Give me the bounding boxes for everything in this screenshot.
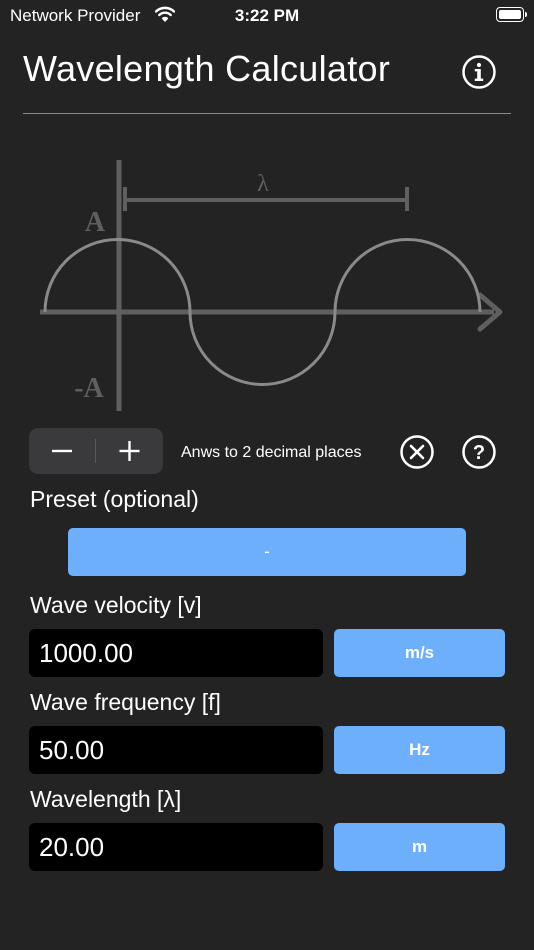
velocity-label: Wave velocity [v] (30, 592, 202, 618)
velocity-input[interactable]: 1000.00 (29, 629, 323, 677)
decrease-button[interactable] (29, 428, 95, 474)
header-divider (23, 113, 511, 114)
wavelength-label: Wavelength [λ] (30, 786, 182, 812)
wavelength-input[interactable]: 20.00 (29, 823, 323, 871)
amplitude-label: A (85, 207, 106, 238)
clock-time: 3:22 PM (234, 6, 300, 25)
frequency-label: Wave frequency [f] (30, 689, 221, 715)
lambda-label: λ (257, 171, 269, 197)
svg-text:?: ? (473, 442, 485, 464)
velocity-unit-button[interactable]: m/s (334, 629, 505, 677)
negative-amplitude-label: -A (74, 373, 104, 404)
precision-stepper[interactable] (29, 428, 163, 474)
preset-selector[interactable]: - (68, 528, 466, 576)
wavelength-unit-button[interactable]: m (334, 823, 505, 871)
preset-label: Preset (optional) (30, 486, 199, 512)
precision-text: Anws to 2 decimal places (181, 444, 362, 461)
increase-button[interactable] (96, 428, 163, 474)
frequency-unit-button[interactable]: Hz (334, 726, 505, 774)
page-title: Wavelength Calculator (23, 48, 391, 89)
status-bar: Network Provider 3:22 PM (0, 0, 534, 32)
wave-diagram: λ A -A (40, 160, 503, 411)
help-icon[interactable]: ? (461, 434, 497, 470)
clear-icon[interactable] (399, 434, 435, 470)
info-icon[interactable] (461, 54, 497, 90)
battery-icon (496, 7, 527, 22)
frequency-input[interactable]: 50.00 (29, 726, 323, 774)
